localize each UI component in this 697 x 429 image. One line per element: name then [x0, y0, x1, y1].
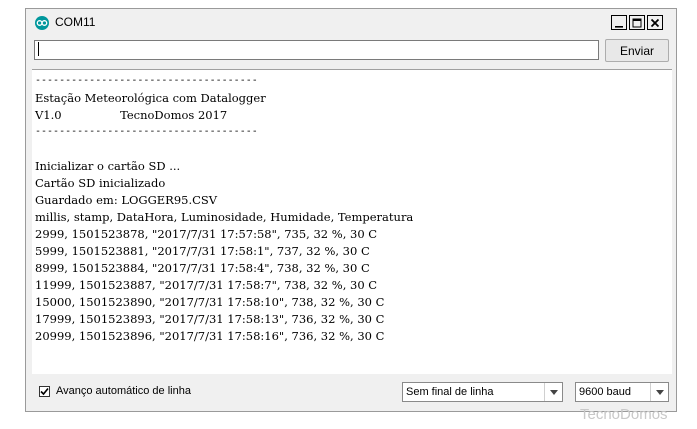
console-line: 20999, 1501523896, "2017/7/31 17:58:16",… [35, 329, 385, 343]
chevron-down-icon [544, 383, 562, 401]
console-line: Estação Meteorológica com Datalogger [35, 91, 266, 105]
line-ending-select[interactable]: Sem final de linha [402, 382, 563, 402]
bottom-bar: Avanço automático de linha Sem final de … [32, 381, 672, 405]
chevron-down-icon [650, 383, 668, 401]
title-bar[interactable]: COM11 [26, 9, 676, 35]
autoscroll-checkbox[interactable] [39, 386, 50, 397]
send-row: Enviar [34, 39, 669, 63]
console-line: 8999, 1501523884, "2017/7/31 17:58:4", 7… [35, 261, 370, 275]
console-line: millis, stamp, DataHora, Luminosidade, H… [35, 210, 414, 224]
send-button[interactable]: Enviar [605, 39, 669, 62]
maximize-button[interactable] [629, 15, 645, 30]
text-caret [38, 42, 39, 56]
send-input[interactable] [34, 40, 599, 60]
window-title: COM11 [55, 15, 96, 29]
maximize-icon [632, 18, 642, 27]
console-line: 5999, 1501523881, "2017/7/31 17:58:1", 7… [35, 244, 370, 258]
minimize-button[interactable] [611, 15, 627, 30]
console-line: Inicializar o cartão SD ... [35, 159, 181, 173]
console-line: V1.0 TecnoDomos 2017 [35, 108, 228, 122]
close-button[interactable] [647, 15, 663, 30]
serial-output[interactable]: ------------------------------------- Es… [32, 69, 672, 374]
console-line: Cartão SD inicializado [35, 176, 166, 190]
console-line: 11999, 1501523887, "2017/7/31 17:58:7", … [35, 278, 378, 292]
console-line: Guardado em: LOGGER95.CSV [35, 193, 218, 207]
autoscroll-label[interactable]: Avanço automático de linha [56, 385, 191, 397]
line-ending-value: Sem final de linha [406, 386, 494, 398]
console-line: ------------------------------------- [35, 75, 258, 86]
minimize-icon [615, 25, 623, 28]
watermark: TecnoDomos [580, 406, 668, 423]
checkmark-icon [40, 387, 49, 396]
serial-monitor-window: COM11 Enviar ---------------------------… [25, 8, 677, 412]
baud-rate-value: 9600 baud [579, 386, 631, 398]
console-line: 17999, 1501523893, "2017/7/31 17:58:13",… [35, 312, 385, 326]
baud-rate-select[interactable]: 9600 baud [575, 382, 669, 402]
arduino-icon [35, 16, 49, 30]
close-icon [650, 18, 660, 27]
console-line: 2999, 1501523878, "2017/7/31 17:57:58", … [35, 227, 378, 241]
console-line: 15000, 1501523890, "2017/7/31 17:58:10",… [35, 295, 385, 309]
console-line: ------------------------------------- [35, 126, 258, 137]
